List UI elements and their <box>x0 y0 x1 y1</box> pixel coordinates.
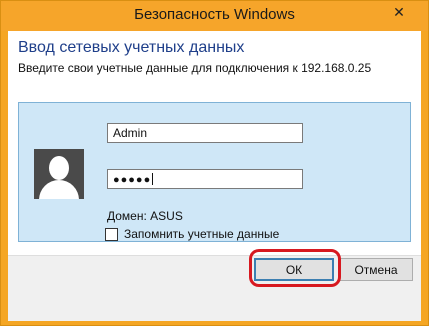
password-field[interactable]: ●●●●● <box>107 169 303 189</box>
username-value: Admin <box>113 126 148 140</box>
remember-credentials-option[interactable]: Запомнить учетные данные <box>105 227 279 241</box>
remember-label: Запомнить учетные данные <box>124 227 280 241</box>
user-avatar-icon <box>34 149 84 199</box>
text-caret <box>152 173 154 185</box>
close-icon: ✕ <box>393 3 405 20</box>
ok-button-highlight <box>249 249 341 287</box>
domain-label: Домен: ASUS <box>107 209 183 223</box>
cancel-button[interactable]: Отмена <box>339 258 413 281</box>
credential-tile: Admin ●●●●● Домен: ASUS Запомнить учетны… <box>18 102 411 242</box>
password-mask: ●●●●● <box>113 174 152 186</box>
window-title: Безопасность Windows <box>134 6 295 23</box>
security-dialog-window: Безопасность Windows ✕ Ввод сетевых учет… <box>0 0 429 326</box>
cancel-button-label: Отмена <box>354 262 398 277</box>
remember-checkbox[interactable] <box>105 227 118 241</box>
close-button[interactable]: ✕ <box>376 2 422 22</box>
dialog-instructions: Введите свои учетные данные для подключе… <box>18 61 372 75</box>
dialog-heading: Ввод сетевых учетных данных <box>18 39 245 56</box>
username-field[interactable]: Admin <box>107 123 303 143</box>
title-bar[interactable]: Безопасность Windows ✕ <box>1 1 428 31</box>
